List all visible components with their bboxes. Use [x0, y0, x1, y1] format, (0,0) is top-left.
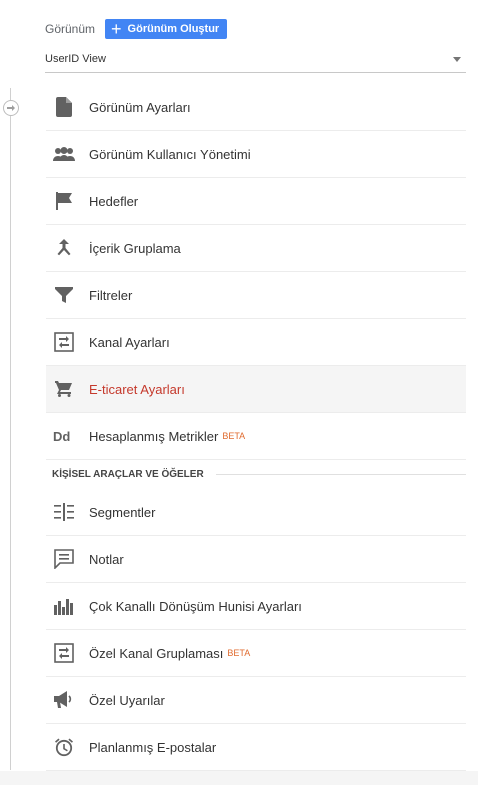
- filter-icon: [53, 287, 75, 303]
- menu-item-label: Görünüm Kullanıcı Yönetimi: [89, 146, 251, 162]
- dd-icon: Dd: [53, 429, 75, 443]
- section-divider: [215, 474, 466, 475]
- create-view-label: Görünüm Oluştur: [127, 23, 220, 35]
- menu-item-label: İçerik Gruplama: [89, 240, 181, 256]
- menu-item-notes[interactable]: Notlar: [46, 536, 466, 583]
- menu-item-label: Özel Kanal Gruplaması: [89, 645, 224, 661]
- beta-badge: BETA: [222, 431, 246, 441]
- svg-text:Dd: Dd: [53, 429, 70, 443]
- arrow-right-icon: [7, 105, 15, 111]
- menu-item-content-grouping[interactable]: İçerik Gruplama: [46, 225, 466, 272]
- collapse-toggle[interactable]: [3, 100, 19, 116]
- view-menu: Görünüm Ayarları Görünüm Kullanıcı Yönet…: [46, 84, 466, 771]
- menu-item-scheduled-emails[interactable]: Planlanmış E-postalar: [46, 724, 466, 771]
- menu-item-label: Hedefler: [89, 193, 139, 209]
- section-title: KİŞİSEL ARAÇLAR VE ÖĞELER: [52, 469, 204, 480]
- menu-item-label: Çok Kanallı Dönüşüm Hunisi Ayarları: [89, 598, 302, 614]
- menu-item-label: Kanal Ayarları: [89, 334, 170, 350]
- beta-badge: BETA: [227, 648, 251, 658]
- menu-item-filters[interactable]: Filtreler: [46, 272, 466, 319]
- notes-icon: [53, 549, 75, 569]
- menu-item-ecommerce-settings[interactable]: E-ticaret Ayarları: [46, 366, 466, 413]
- menu-item-label: Segmentler: [89, 504, 156, 520]
- menu-item-channel-settings[interactable]: Kanal Ayarları: [46, 319, 466, 366]
- menu-item-custom-alerts[interactable]: Özel Uyarılar: [46, 677, 466, 724]
- bar-chart-icon: [53, 597, 75, 615]
- plus-icon: +: [111, 19, 122, 39]
- menu-item-label: E-ticaret Ayarları: [89, 381, 185, 397]
- users-icon: [53, 147, 75, 161]
- cart-icon: [53, 381, 75, 397]
- timeline-line: [10, 88, 11, 770]
- bottom-strip: [0, 771, 478, 785]
- menu-item-custom-channel-grouping[interactable]: Özel Kanal Gruplaması BETA: [46, 630, 466, 677]
- view-label: Görünüm: [45, 22, 96, 36]
- megaphone-icon: [53, 691, 75, 709]
- menu-item-calculated-metrics[interactable]: Dd Hesaplanmış Metrikler BETA: [46, 413, 466, 460]
- menu-item-mcf-settings[interactable]: Çok Kanallı Dönüşüm Hunisi Ayarları: [46, 583, 466, 630]
- segments-icon: [53, 503, 75, 521]
- channel-icon: [53, 332, 75, 352]
- channel-icon: [53, 643, 75, 663]
- menu-item-user-management[interactable]: Görünüm Kullanıcı Yönetimi: [46, 131, 466, 178]
- view-selector[interactable]: UserID View: [45, 46, 466, 73]
- menu-item-label: Filtreler: [89, 287, 133, 303]
- section-header-personal-tools: KİŞİSEL ARAÇLAR VE ÖĞELER: [52, 460, 466, 489]
- menu-item-label: Görünüm Ayarları: [89, 99, 191, 115]
- document-icon: [53, 97, 75, 117]
- menu-item-label: Hesaplanmış Metrikler: [89, 428, 219, 444]
- merge-icon: [53, 239, 75, 257]
- view-header: Görünüm + Görünüm Oluştur: [45, 19, 228, 39]
- create-view-button[interactable]: + Görünüm Oluştur: [105, 19, 228, 39]
- menu-item-view-settings[interactable]: Görünüm Ayarları: [46, 84, 466, 131]
- menu-item-goals[interactable]: Hedefler: [46, 178, 466, 225]
- menu-item-label: Özel Uyarılar: [89, 692, 165, 708]
- dropdown-caret-icon: [453, 56, 461, 62]
- menu-item-segments[interactable]: Segmentler: [46, 489, 466, 536]
- flag-icon: [53, 192, 75, 210]
- menu-item-label: Planlanmış E-postalar: [89, 739, 217, 755]
- alarm-clock-icon: [53, 737, 75, 757]
- menu-item-label: Notlar: [89, 551, 124, 567]
- selected-view: UserID View: [45, 53, 106, 65]
